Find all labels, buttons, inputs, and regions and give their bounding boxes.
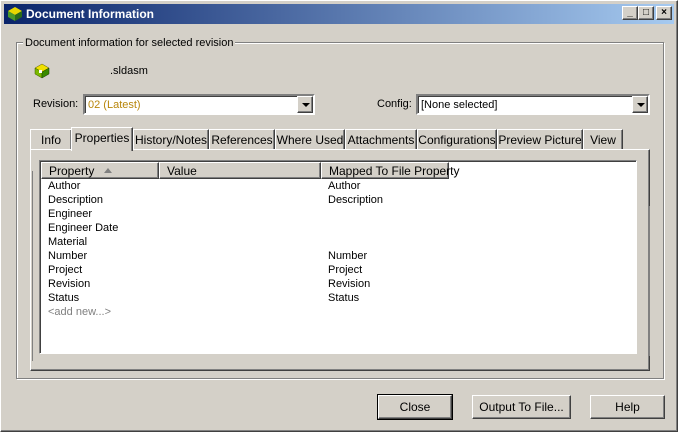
tab-where-used[interactable]: Where Used xyxy=(275,129,345,149)
column-header-property[interactable]: Property xyxy=(41,162,159,179)
mapped-cell: Number xyxy=(328,250,368,262)
property-cell: Author xyxy=(48,180,81,192)
revision-value: 02 (Latest) xyxy=(88,99,141,111)
table-row[interactable]: Material xyxy=(42,236,636,250)
help-button[interactable]: Help xyxy=(590,395,665,419)
mapped-cell: Author xyxy=(328,180,361,192)
config-label: Config: xyxy=(377,98,412,110)
tab-history-notes[interactable]: History/Notes xyxy=(133,129,209,149)
close-button[interactable]: Close xyxy=(377,394,453,420)
column-header-mapped[interactable]: Mapped To File Property xyxy=(321,162,460,179)
assembly-document-icon xyxy=(34,63,50,79)
tab-properties[interactable]: Properties xyxy=(71,127,133,151)
mapped-cell: Status xyxy=(328,292,360,304)
close-window-button[interactable]: × xyxy=(656,6,672,20)
add-new-label[interactable]: <add new...> xyxy=(48,306,111,318)
property-cell: Project xyxy=(48,264,83,276)
panel-divider xyxy=(645,206,650,356)
column-header-label: Mapped To File Property xyxy=(329,164,460,178)
table-row[interactable]: Number Number xyxy=(42,250,636,264)
revision-dropdown[interactable]: 02 (Latest) xyxy=(83,94,315,115)
mapped-cell: Revision xyxy=(328,278,371,290)
mapped-cell: Description xyxy=(328,194,384,206)
output-to-file-button[interactable]: Output To File... xyxy=(472,395,571,419)
table-row[interactable]: Engineer Date xyxy=(42,222,636,236)
table-row[interactable]: Status Status xyxy=(42,292,636,306)
panel-divider xyxy=(32,171,39,361)
column-header-label: Value xyxy=(167,164,197,178)
title-bar[interactable]: Document Information _ □ × xyxy=(4,4,674,24)
tab-configurations[interactable]: Configurations xyxy=(417,129,497,149)
table-row[interactable]: Description Description xyxy=(42,194,636,208)
property-cell: Description xyxy=(48,194,104,206)
tab-info[interactable]: Info xyxy=(30,129,72,149)
sort-ascending-icon xyxy=(104,168,112,173)
property-cell: Material xyxy=(48,236,88,248)
property-cell: Status xyxy=(48,292,80,304)
column-header-label: Property xyxy=(49,164,95,178)
mapped-cell: Project xyxy=(328,264,363,276)
chevron-down-icon[interactable] xyxy=(297,96,313,113)
minimize-button[interactable]: _ xyxy=(622,6,638,20)
config-dropdown[interactable]: [None selected] xyxy=(416,94,650,115)
config-value: [None selected] xyxy=(421,99,498,111)
table-row[interactable]: Author Author xyxy=(42,180,636,194)
document-information-dialog: Document Information _ □ × Document info… xyxy=(0,0,678,432)
document-name: .sldasm xyxy=(110,65,148,77)
tab-attachments[interactable]: Attachments xyxy=(345,129,417,149)
tab-preview-picture[interactable]: Preview Picture xyxy=(497,129,583,149)
property-cell: Number xyxy=(48,250,88,262)
table-row[interactable]: Engineer xyxy=(42,208,636,222)
app-icon xyxy=(8,7,22,21)
add-new-row[interactable]: <add new...> xyxy=(42,306,636,320)
revision-label: Revision: xyxy=(33,98,79,110)
property-cell: Revision xyxy=(48,278,91,290)
properties-list[interactable]: Property Value Mapped To File Property A… xyxy=(39,160,637,354)
table-row[interactable]: Project Project xyxy=(42,264,636,278)
maximize-button[interactable]: □ xyxy=(638,6,654,20)
property-cell: Engineer xyxy=(48,208,93,220)
chevron-down-icon[interactable] xyxy=(632,96,648,113)
column-header-value[interactable]: Value xyxy=(159,162,321,179)
tab-references[interactable]: References xyxy=(209,129,275,149)
property-cell: Engineer Date xyxy=(48,222,119,234)
table-row[interactable]: Revision Revision xyxy=(42,278,636,292)
group-legend: Document information for selected revisi… xyxy=(23,37,236,49)
tab-view[interactable]: View xyxy=(583,129,623,149)
window-title: Document Information xyxy=(26,7,154,21)
